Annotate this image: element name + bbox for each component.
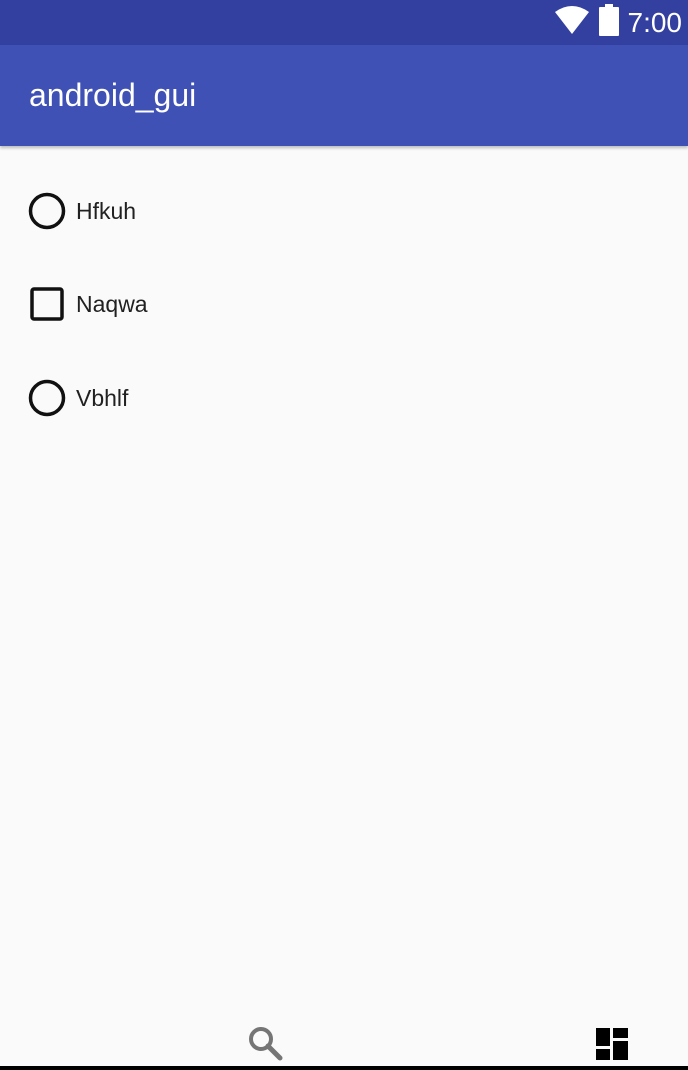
system-nav-line [0,1066,688,1070]
radio-button[interactable] [27,378,67,418]
radio-option-hfkuh[interactable]: Hfkuh [27,191,136,231]
screen: 7:00 android_gui Hfkuh Naqwa Vbhlf [0,0,688,1070]
status-bar: 7:00 [0,0,688,45]
checkbox-option-naqwa[interactable]: Naqwa [27,284,148,324]
app-title: android_gui [29,77,197,113]
status-time: 7:00 [627,7,683,38]
option-label: Naqwa [76,290,148,317]
radio-button[interactable] [27,191,67,231]
dashboard-icon[interactable] [592,1024,632,1064]
wifi-icon [554,5,590,40]
battery-icon [598,4,620,41]
search-icon[interactable] [246,1024,286,1064]
checkbox[interactable] [27,284,67,324]
status-icons: 7:00 [554,0,683,45]
option-label: Hfkuh [76,197,137,224]
radio-option-vbhlf[interactable]: Vbhlf [27,378,128,418]
app-bar: android_gui [0,45,688,146]
option-label: Vbhlf [76,384,129,411]
bottom-navigation [0,1010,688,1066]
